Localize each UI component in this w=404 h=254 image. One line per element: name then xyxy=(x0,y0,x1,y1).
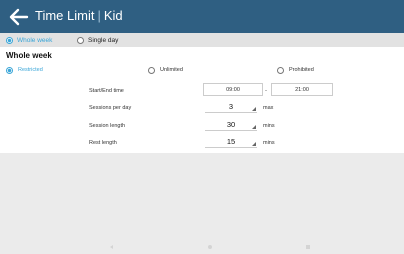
unlimited-radio[interactable] xyxy=(148,66,155,74)
rest-length-label: Rest length xyxy=(89,140,117,146)
sessions-value: 3 xyxy=(228,102,234,111)
page-title: Time Limit | Kid xyxy=(35,8,123,23)
session-length-value: 30 xyxy=(226,120,236,129)
schedule-mode-bar: Whole week Single day xyxy=(0,33,404,47)
sessions-label: Sessions per day xyxy=(89,105,132,111)
nav-recents-icon[interactable] xyxy=(306,245,310,249)
session-length-label: Session length xyxy=(89,123,126,129)
tab-whole-week[interactable]: Whole week xyxy=(6,33,52,47)
nav-home-icon[interactable] xyxy=(208,245,212,249)
time-separator: - xyxy=(265,88,267,94)
nav-back-icon[interactable] xyxy=(110,245,113,249)
section-title: Whole week xyxy=(6,51,52,60)
settings-panel: Whole week Restricted Unlimited Prohibit… xyxy=(0,47,404,153)
tab-label: Single day xyxy=(88,36,119,44)
whole-week-radio[interactable] xyxy=(6,36,13,44)
rest-length-stepper[interactable]: 15 xyxy=(205,136,257,148)
option-restricted[interactable]: Restricted xyxy=(6,65,43,75)
rest-length-value: 15 xyxy=(226,137,236,146)
start-time-field[interactable]: 09:00 xyxy=(203,83,263,96)
end-time-field[interactable]: 21:00 xyxy=(271,83,333,96)
tab-single-day[interactable]: Single day xyxy=(77,33,118,47)
prohibited-radio[interactable] xyxy=(277,66,284,74)
start-end-label: Start/End time xyxy=(89,88,124,94)
rest-length-unit: mins xyxy=(263,140,275,146)
dropdown-corner-icon xyxy=(252,107,256,111)
sessions-stepper[interactable]: 3 xyxy=(205,101,257,113)
dropdown-corner-icon xyxy=(252,125,256,129)
dropdown-corner-icon xyxy=(252,142,256,146)
profile-name: Kid xyxy=(103,8,123,23)
option-label: Restricted xyxy=(18,67,43,73)
option-label: Unlimited xyxy=(160,67,183,73)
tab-label: Whole week xyxy=(17,36,53,44)
back-arrow-icon[interactable] xyxy=(7,5,31,29)
session-length-unit: mins xyxy=(263,123,275,129)
app-bar: Time Limit | Kid xyxy=(0,0,404,33)
option-label: Prohibited xyxy=(289,67,314,73)
single-day-radio[interactable] xyxy=(77,36,84,44)
title-separator: | xyxy=(97,8,101,23)
title-text: Time Limit xyxy=(35,8,95,23)
option-prohibited[interactable]: Prohibited xyxy=(277,65,314,75)
system-nav-bar xyxy=(0,240,404,254)
sessions-unit: max xyxy=(263,105,274,111)
option-unlimited[interactable]: Unlimited xyxy=(148,65,183,75)
session-length-stepper[interactable]: 30 xyxy=(205,119,257,131)
restricted-radio[interactable] xyxy=(6,66,13,74)
